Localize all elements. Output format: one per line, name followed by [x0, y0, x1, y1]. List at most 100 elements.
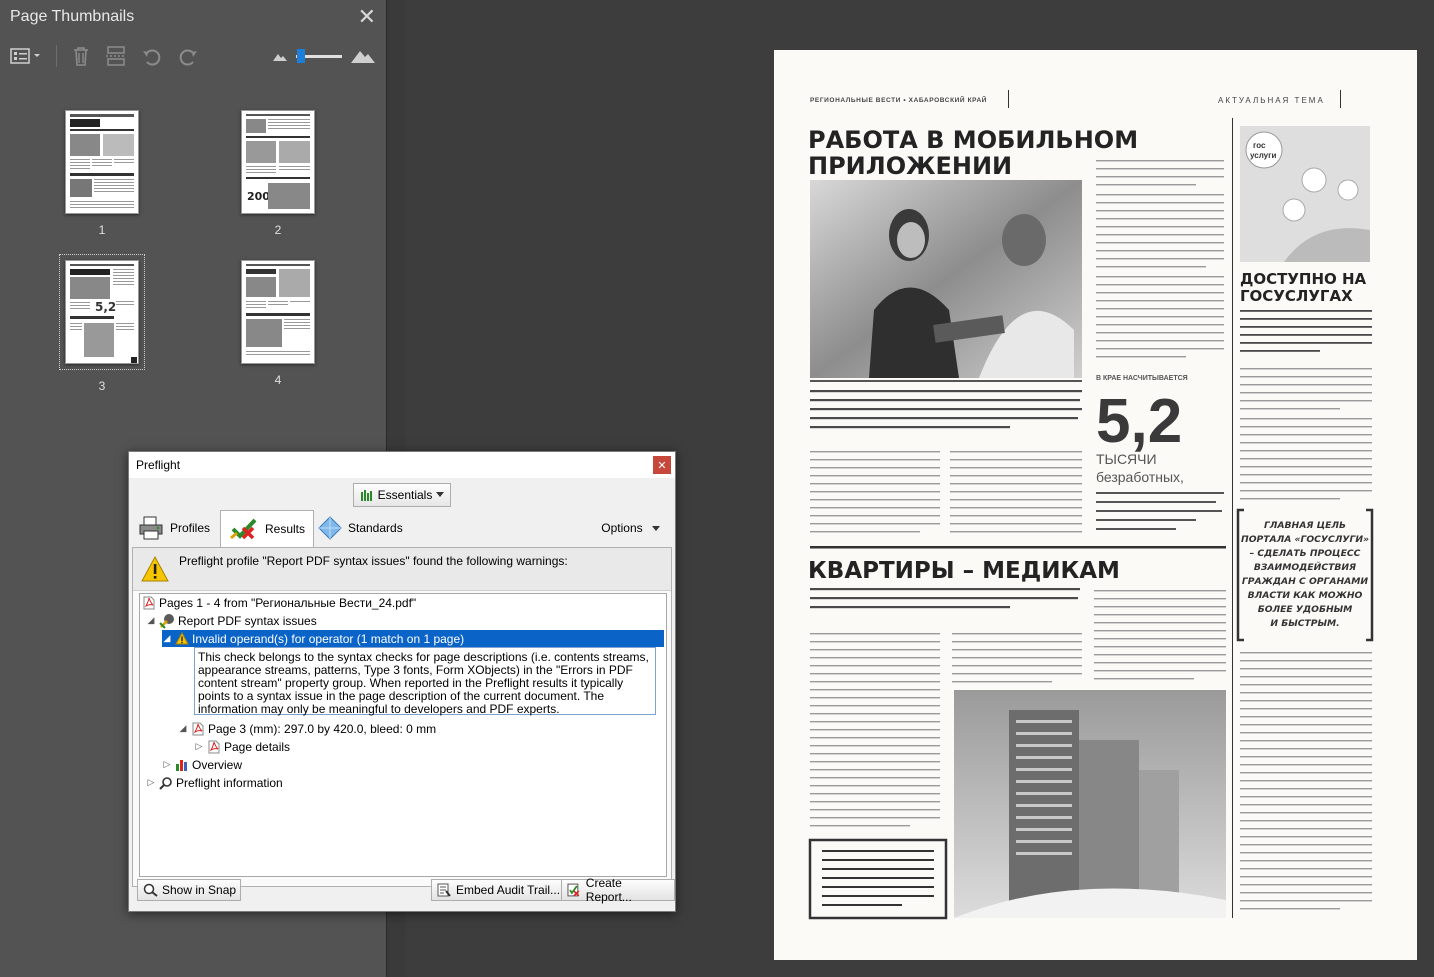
results-tree[interactable]: Pages 1 - 4 from "Региональные Вести_24.… [139, 593, 667, 877]
preflight-titlebar[interactable]: Preflight ✕ [129, 452, 675, 478]
printer-icon [139, 516, 163, 540]
tab-profiles[interactable]: Profiles [138, 512, 210, 544]
results-panel: Preflight profile "Report PDF syntax iss… [132, 547, 672, 887]
gos-badge-1: гос [1253, 141, 1266, 150]
close-icon[interactable]: ✕ [653, 456, 671, 474]
tree-item-page-details[interactable]: ▷ Page details [194, 738, 291, 755]
rotate-left-icon[interactable] [141, 45, 163, 67]
quote-line: ГРАЖДАН С ОРГАНАМИ [1242, 576, 1369, 587]
thumbnail-image: 200 [241, 110, 315, 214]
thumbnails-toolbar [0, 34, 386, 78]
options-menu[interactable]: Options [601, 521, 660, 535]
thumbnail-selection: 5,2 [59, 254, 145, 370]
show-in-snap-button[interactable]: Show in Snap [137, 879, 242, 901]
thumbnail-page-1[interactable]: 1 [65, 110, 139, 237]
quote-line: И БЫСТРЫМ. [1270, 618, 1339, 629]
tree-label: Page details [224, 739, 291, 754]
expand-arrow-icon[interactable]: ▷ [146, 777, 156, 788]
stat-unit-1: ТЫСЯЧИ [1096, 451, 1157, 467]
stat-prefix: В КРАЕ НАСЧИТЫВАЕТСЯ [1096, 375, 1188, 382]
tree-item-page[interactable]: ◢ Page 3 (mm): 297.0 by 420.0, bleed: 0 … [178, 720, 437, 737]
tab-standards[interactable]: Standards [318, 512, 403, 544]
tab-label: Profiles [170, 521, 211, 535]
tree-item-issue[interactable]: ◢ Invalid operand(s) for operator (1 mat… [162, 630, 664, 647]
preflight-title: Preflight [136, 458, 181, 472]
headline-apartments: КВАРТИРЫ – МЕДИКАМ [808, 558, 1120, 584]
expand-arrow-icon[interactable]: ◢ [178, 723, 188, 734]
quote-box: ГЛАВНАЯ ЦЕЛЬ ПОРТАЛА «ГОСУСЛУГИ» – СДЕЛА… [1241, 520, 1369, 629]
thumbnail-number: 1 [98, 223, 106, 237]
tree-label: Preflight information [176, 775, 283, 790]
options-menu-icon[interactable] [10, 45, 42, 67]
page-insert-icon[interactable] [105, 45, 127, 67]
expand-arrow-icon[interactable]: ▷ [194, 741, 204, 752]
overview-chart-icon [176, 759, 187, 771]
preflight-dialog: Preflight ✕ Essentials Profiles Results … [128, 451, 676, 912]
diamond-icon [318, 516, 342, 540]
thumbnail-image: 5,2 [65, 260, 139, 364]
pdf-page-icon [192, 722, 204, 735]
quote-line: ГЛАВНАЯ ЦЕЛЬ [1264, 520, 1346, 531]
pdf-file-icon [143, 596, 155, 609]
options-label: Options [601, 521, 643, 535]
headline-gosuslugi-1: ДОСТУПНО НА [1240, 270, 1367, 288]
thumbnail-page-4[interactable]: 4 [241, 260, 315, 387]
document-page: РЕГИОНАЛЬНЫЕ ВЕСТИ • ХАБАРОВСКИЙ КРАЙ АК… [774, 50, 1417, 960]
trash-icon[interactable] [71, 45, 91, 67]
zoom-out-mountain-icon[interactable] [272, 45, 288, 67]
thumbnail-page-3[interactable]: 5,2 3 [59, 254, 145, 393]
quote-line: БОЛЕЕ УДОБНЫМ [1258, 604, 1353, 615]
zoom-slider-handle[interactable] [296, 48, 305, 63]
quote-line: – СДЕЛАТЬ ПРОЦЕСС [1250, 548, 1361, 559]
library-label: Essentials [377, 488, 433, 502]
audit-trail-icon [437, 883, 451, 897]
thumbnail-image [65, 110, 139, 214]
rotate-right-icon[interactable] [177, 45, 199, 67]
thumbnail-number: 3 [98, 379, 106, 393]
results-check-icon [230, 518, 257, 540]
quote-line: ВЗАИМОДЕЙСТВИЯ [1254, 561, 1356, 573]
warning-triangle-icon [175, 632, 189, 645]
tree-label: Overview [192, 757, 243, 772]
gos-badge-2: услуги [1250, 151, 1276, 160]
thumbnail-page-2[interactable]: 200 2 [241, 110, 315, 237]
tree-label: Report PDF syntax issues [178, 613, 317, 628]
snap-magnifier-icon [143, 883, 158, 897]
expand-arrow-icon[interactable]: ▷ [162, 759, 172, 770]
library-dropdown[interactable]: Essentials [353, 483, 451, 507]
thumbnail-zoom [272, 45, 376, 67]
tree-item-profile[interactable]: ◢ Report PDF syntax issues [146, 612, 317, 629]
tree-label: Invalid operand(s) for operator (1 match… [192, 631, 465, 646]
create-report-button[interactable]: Create Report... [561, 876, 675, 904]
newspaper-section-right: АКТУАЛЬНАЯ ТЕМА [1218, 96, 1325, 105]
newspaper-section-left: РЕГИОНАЛЬНЫЕ ВЕСТИ • ХАБАРОВСКИЙ КРАЙ [810, 95, 987, 104]
close-icon[interactable]: ✕ [358, 6, 376, 28]
tree-item-overview[interactable]: ▷ Overview [162, 756, 242, 773]
svg-text:5,2: 5,2 [95, 300, 116, 314]
svg-text:200: 200 [247, 190, 270, 203]
embed-audit-trail-button[interactable]: Embed Audit Trail... [431, 879, 566, 901]
warning-triangle-icon [141, 556, 169, 582]
thumbnail-number: 2 [274, 223, 282, 237]
tab-results[interactable]: Results [220, 510, 315, 547]
headline-mobile-app-2: ПРИЛОЖЕНИИ [808, 152, 1012, 180]
profile-icon [159, 613, 174, 629]
tree-item-preflight-info[interactable]: ▷ Preflight information [146, 774, 283, 791]
zoom-slider[interactable] [296, 48, 342, 63]
thumbnails-title: Page Thumbnails [10, 8, 135, 25]
chevron-down-icon [436, 492, 445, 497]
thumbnails-header: Page Thumbnails ✕ [0, 0, 386, 34]
chevron-down-icon [652, 525, 660, 531]
warning-text: Preflight profile "Report PDF syntax iss… [179, 554, 568, 568]
expand-arrow-icon[interactable]: ◢ [146, 615, 156, 626]
quote-line: ВЛАСТИ КАК МОЖНО [1248, 590, 1363, 601]
tree-item-file[interactable]: Pages 1 - 4 from "Региональные Вести_24.… [142, 594, 416, 611]
preflight-tabs: Profiles Results Standards Options [136, 510, 668, 547]
zoom-in-mountain-icon[interactable] [350, 45, 376, 67]
thumbnail-number: 4 [274, 373, 282, 387]
quote-line: ПОРТАЛА «ГОСУСЛУГИ» [1241, 534, 1369, 545]
report-icon [567, 883, 580, 897]
expand-arrow-icon[interactable]: ◢ [162, 633, 172, 644]
tab-label: Results [265, 522, 306, 536]
tree-label: Page 3 (mm): 297.0 by 420.0, bleed: 0 mm [208, 721, 437, 736]
